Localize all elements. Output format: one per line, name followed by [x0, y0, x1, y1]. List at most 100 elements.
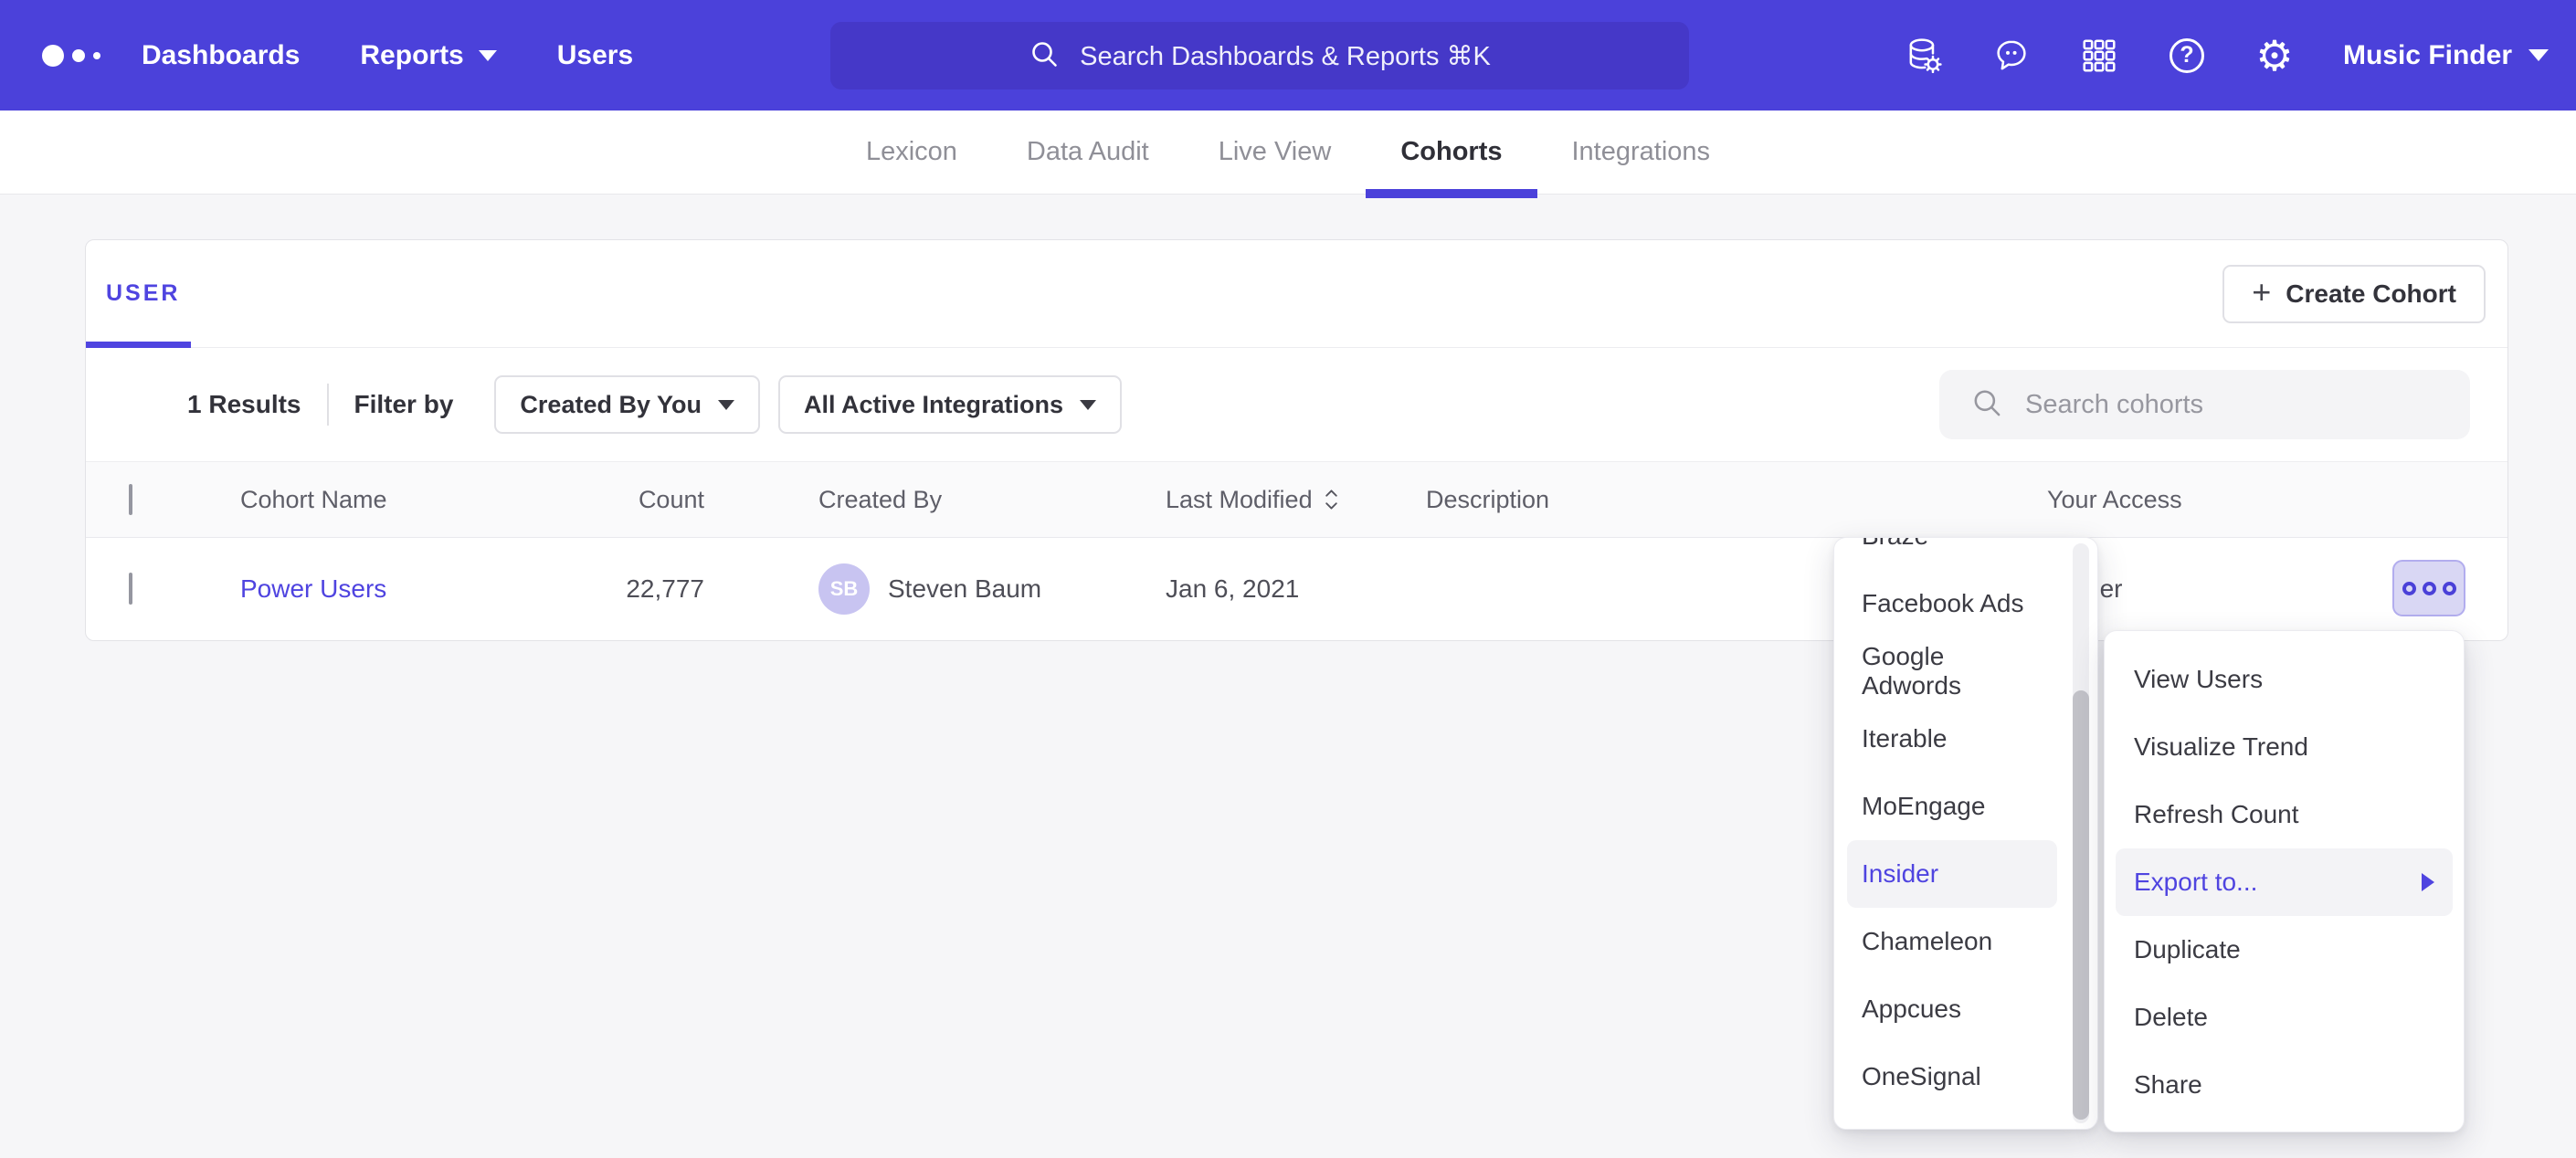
top-nav-links: Dashboards Reports Users	[142, 0, 633, 111]
row-more-actions-button[interactable]	[2392, 560, 2465, 616]
subnav-tab-label: Data Audit	[1027, 137, 1149, 167]
subnav-tab-label: Integrations	[1572, 137, 1711, 167]
menu-item-integration[interactable]: Insider	[1847, 840, 2057, 908]
cohort-table-row: Power Users 22,777 SB Steven Baum Jan 6,…	[86, 538, 2507, 640]
search-cohorts-input[interactable]: Search cohorts	[1939, 370, 2470, 439]
logo-dot-large	[42, 45, 64, 67]
menu-item-action[interactable]: View Users	[2116, 646, 2453, 713]
chevron-down-icon	[2528, 49, 2549, 61]
project-switcher[interactable]: Music Finder	[2343, 40, 2549, 71]
top-nav-bar: Dashboards Reports Users Search Dashboar…	[0, 0, 2576, 111]
filter-dropdown-button[interactable]: Created By You	[494, 375, 760, 434]
top-nav-item[interactable]: Reports	[360, 40, 496, 71]
row-checkbox[interactable]	[129, 573, 132, 605]
column-header-description[interactable]: Description	[1426, 486, 2047, 514]
top-nav-right-cluster: Music Finder	[1905, 0, 2549, 111]
menu-item-action[interactable]: Share	[2116, 1051, 2453, 1119]
cohort-name-link[interactable]: Power Users	[240, 574, 386, 603]
top-nav-item-label: Dashboards	[142, 40, 300, 71]
scrollbar-thumb[interactable]	[2073, 690, 2089, 1120]
menu-item-action[interactable]: Visualize Trend	[2116, 713, 2453, 781]
integration-label: Google Adwords	[1862, 642, 2043, 700]
chevron-down-icon	[1080, 400, 1096, 410]
data-management-tabs: Lexicon Data Audit Live View Cohorts Int…	[0, 111, 2576, 195]
export-destinations-menu: Braze Facebook Ads Google Adwords Iterab…	[1833, 537, 2098, 1130]
cohorts-table-body: Power Users 22,777 SB Steven Baum Jan 6,…	[86, 538, 2507, 640]
feedback-icon[interactable]	[1992, 37, 2031, 75]
menu-item-integration[interactable]: Chameleon	[1847, 908, 2057, 975]
action-label: Delete	[2134, 1003, 2208, 1032]
logo-dot-small	[93, 52, 100, 59]
last-modified-date: Jan 6, 2021	[1166, 574, 1426, 604]
menu-item-integration[interactable]: Iterable	[1847, 705, 2057, 773]
column-header-count[interactable]: Count	[565, 486, 704, 514]
apps-grid-icon[interactable]	[2080, 37, 2118, 75]
top-nav-item-label: Reports	[360, 40, 463, 71]
filter-by-label: Filter by	[354, 390, 454, 419]
circle-icon	[2402, 582, 2416, 595]
integration-label: Appcues	[1862, 995, 1961, 1024]
cohort-type-tabs-row: USER + Create Cohort	[86, 240, 2507, 348]
integration-label: OneSignal	[1862, 1062, 1981, 1091]
subnav-tab[interactable]: Integrations	[1537, 111, 1746, 194]
subnav-tab[interactable]: Cohorts	[1366, 111, 1536, 194]
action-label: Refresh Count	[2134, 800, 2299, 829]
circle-icon	[2443, 582, 2456, 595]
integration-label: Facebook Ads	[1862, 589, 2023, 618]
subnav-tab[interactable]: Data Audit	[992, 111, 1184, 194]
mixpanel-logo-icon[interactable]	[42, 0, 100, 111]
subnav-tab-label: Live View	[1219, 137, 1332, 167]
global-search-input[interactable]: Search Dashboards & Reports ⌘K	[830, 22, 1689, 89]
action-label: Visualize Trend	[2134, 732, 2308, 762]
cohort-count: 22,777	[565, 574, 704, 604]
active-tab-underline	[86, 342, 191, 348]
menu-item-action[interactable]: Refresh Count	[2116, 781, 2453, 848]
filter-dropdown-label: All Active Integrations	[804, 391, 1063, 419]
last-modified-label: Last Modified	[1166, 486, 1313, 513]
cohorts-page: { "colors": { "accent": "#4f44e0", "topb…	[0, 0, 2576, 1158]
column-header-cohort-name[interactable]: Cohort Name	[240, 486, 565, 514]
logo-dot-medium	[72, 49, 85, 62]
action-label: Duplicate	[2134, 935, 2241, 964]
menu-item-integration[interactable]: MoEngage	[1847, 773, 2057, 840]
created-by-name: Steven Baum	[888, 574, 1041, 604]
sort-icon[interactable]	[1324, 488, 1339, 511]
integration-label: Braze	[1862, 537, 1928, 551]
filter-dropdown-button[interactable]: All Active Integrations	[778, 375, 1122, 434]
action-label: Share	[2134, 1070, 2202, 1100]
subnav-tab-label: Lexicon	[866, 137, 957, 167]
subnav-tab[interactable]: Lexicon	[831, 111, 992, 194]
menu-item-integration[interactable]: OneSignal	[1847, 1043, 2057, 1111]
top-nav-item[interactable]: Dashboards	[142, 40, 300, 71]
data-settings-icon[interactable]	[1905, 37, 1943, 75]
create-cohort-button[interactable]: + Create Cohort	[2222, 265, 2486, 323]
subnav-tab[interactable]: Live View	[1184, 111, 1367, 194]
menu-item-action[interactable]: Export to...	[2116, 848, 2453, 916]
menu-item-integration[interactable]: Appcues	[1847, 975, 2057, 1043]
question-mark-icon	[2170, 38, 2204, 73]
submenu-arrow-icon	[2422, 873, 2434, 891]
export-destinations-list: Braze Facebook Ads Google Adwords Iterab…	[1834, 537, 2097, 1111]
filter-dropdowns: Created By You All Active Integrations	[453, 375, 1122, 434]
cohorts-panel: USER + Create Cohort 1 Results Filter by…	[85, 239, 2508, 641]
tab-user-cohorts[interactable]: USER	[106, 280, 180, 307]
top-nav-item[interactable]: Users	[557, 40, 633, 71]
help-icon[interactable]	[2168, 37, 2206, 75]
cohort-actions-menu: View Users Visualize Trend Refresh Count…	[2104, 630, 2465, 1132]
filter-dropdown-label: Created By You	[520, 391, 702, 419]
column-header-last-modified[interactable]: Last Modified	[1166, 486, 1426, 514]
select-all-checkbox[interactable]	[129, 484, 132, 515]
menu-item-action[interactable]: Delete	[2116, 984, 2453, 1051]
column-header-your-access[interactable]: Your Access	[2047, 486, 2507, 514]
filter-toolbar: 1 Results Filter by Created By You All A…	[86, 348, 2507, 462]
avatar: SB	[818, 563, 870, 615]
menu-item-action[interactable]: Duplicate	[2116, 916, 2453, 984]
menu-item-integration[interactable]: Facebook Ads	[1847, 570, 2057, 637]
column-header-created-by[interactable]: Created By	[704, 486, 1166, 514]
menu-item-integration[interactable]: Google Adwords	[1847, 637, 2057, 705]
settings-gear-icon[interactable]	[2255, 37, 2294, 75]
menu-item-integration[interactable]: Braze	[1847, 537, 2057, 570]
divider	[327, 384, 329, 426]
results-count: 1 Results	[187, 390, 301, 419]
cohorts-table-header: Cohort Name Count Created By Last Modifi…	[86, 462, 2507, 538]
